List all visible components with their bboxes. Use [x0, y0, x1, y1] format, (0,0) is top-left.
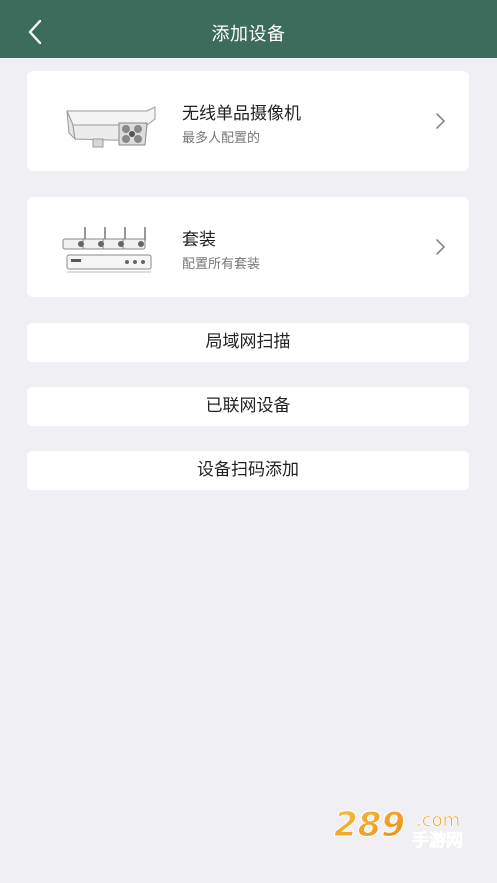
chevron-right-icon [436, 113, 445, 129]
nvr-kit-image [62, 227, 152, 273]
scan-code-add-button[interactable]: 设备扫码添加 [27, 451, 469, 490]
page-title: 添加设备 [211, 24, 286, 45]
lan-scan-button[interactable]: 局域网扫描 [27, 323, 469, 362]
watermark-brand: 289 [334, 805, 405, 845]
card-subtitle: 配置所有套装 [182, 257, 261, 272]
watermark-domain: .com [416, 810, 460, 831]
site-watermark-logo: 289 .com 手游网 [334, 805, 464, 851]
bullet-camera-image [66, 106, 156, 148]
card-title: 套装 [182, 230, 216, 250]
connected-devices-button[interactable]: 已联网设备 [27, 387, 469, 426]
card-title: 无线单品摄像机 [182, 104, 301, 124]
top-bar: 添加设备 [0, 0, 497, 58]
watermark-tagline: 手游网 [412, 830, 463, 850]
chevron-right-icon [436, 239, 445, 255]
card-subtitle: 最多人配置的 [182, 131, 261, 146]
card-wireless-camera[interactable]: 无线单品摄像机 最多人配置的 [27, 71, 469, 171]
card-kit[interactable]: 套装 配置所有套装 [27, 197, 469, 297]
